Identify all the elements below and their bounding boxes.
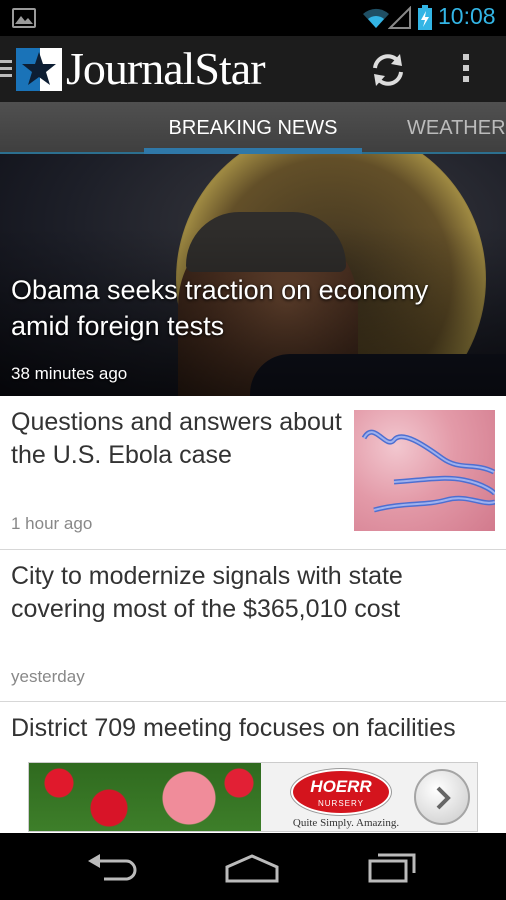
story-title: Questions and answers about the U.S. Ebo… (11, 408, 342, 469)
tab-weather[interactable]: WEATHER (400, 102, 506, 152)
tab-breaking-news[interactable]: BREAKING NEWS (144, 102, 362, 154)
wifi-icon (363, 8, 389, 28)
signal-icon (388, 6, 411, 29)
journal-star-logo-icon[interactable] (16, 48, 62, 91)
ad-tagline: Quite Simply. Amazing. (292, 817, 400, 829)
story-item-ebola[interactable]: Questions and answers about the U.S. Ebo… (0, 397, 506, 550)
ad-flowers-image (29, 763, 261, 831)
story-time: 1 hour ago (11, 514, 93, 533)
status-bar: 10:08 (0, 0, 506, 36)
story-time: yesterday (11, 667, 85, 686)
app-bar: JournalStar (0, 36, 506, 102)
news-list[interactable]: Obama seeks traction on economy amid for… (0, 154, 506, 833)
tab-bar: BREAKING NEWS WEATHER (0, 102, 506, 154)
tab-weather-label: WEATHER (407, 117, 506, 139)
app-logo-text[interactable]: JournalStar (66, 42, 266, 96)
recent-apps-icon[interactable] (368, 849, 418, 883)
story-title: District 709 meeting focuses on faciliti… (11, 714, 456, 742)
ad-banner[interactable]: HOERR NURSERY Quite Simply. Amazing. (28, 762, 478, 832)
story-title: City to modernize signals with state cov… (11, 562, 403, 623)
ad-logo-name: HOERR (310, 777, 372, 796)
story-thumbnail-ebola-virus (354, 410, 495, 531)
hero-story[interactable]: Obama seeks traction on economy amid for… (0, 154, 506, 396)
ad-logo: HOERR NURSERY (291, 769, 391, 815)
back-icon[interactable] (86, 853, 138, 881)
navigation-bar (0, 833, 506, 900)
image-notification-icon (12, 8, 36, 28)
battery-charging-icon (418, 5, 432, 30)
drawer-menu-icon[interactable] (0, 60, 12, 78)
overflow-menu-icon[interactable] (454, 50, 478, 90)
refresh-icon[interactable] (366, 50, 410, 90)
hero-story-title: Obama seeks traction on economy amid for… (11, 275, 429, 341)
ad-logo-sub: NURSERY (318, 799, 364, 808)
ad-arrow-icon[interactable] (414, 769, 470, 825)
hero-story-time: 38 minutes ago (11, 364, 128, 383)
home-icon[interactable] (224, 853, 280, 883)
tab-breaking-news-label: BREAKING NEWS (168, 117, 338, 139)
story-item-signals[interactable]: City to modernize signals with state cov… (0, 550, 506, 702)
clock: 10:08 (438, 3, 496, 29)
